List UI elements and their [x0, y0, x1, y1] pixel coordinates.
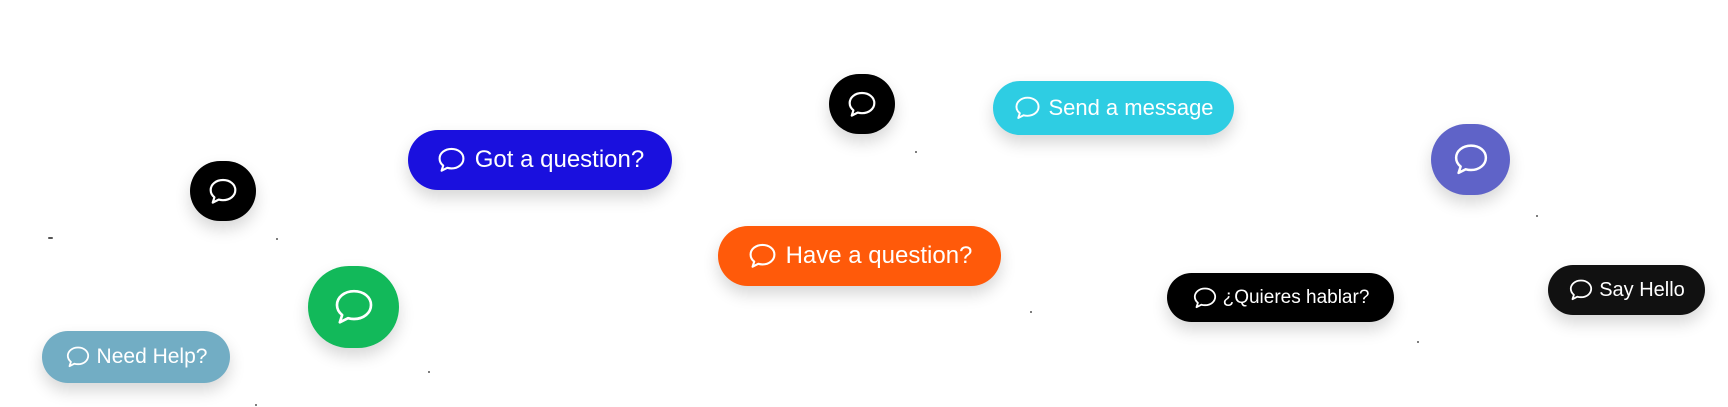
- background-speck: [915, 151, 917, 153]
- chat-bubble-icon: [1568, 278, 1594, 302]
- chat-bubble-icon: [747, 242, 778, 270]
- background-speck: [276, 238, 278, 240]
- background-speck: [428, 371, 430, 373]
- need-help-button[interactable]: Need Help?: [42, 331, 230, 383]
- need-help-label: Need Help?: [96, 345, 208, 368]
- chat-bubble-icon: [207, 177, 239, 206]
- green-chat-button[interactable]: [308, 266, 399, 348]
- chat-bubble-icon: [436, 146, 467, 174]
- send-a-message-button[interactable]: Send a message: [993, 81, 1234, 135]
- black-chat-button[interactable]: [829, 74, 895, 134]
- chat-bubble-icon: [1452, 142, 1490, 177]
- chat-bubble-icon: [332, 287, 376, 327]
- quieres-hablar-button[interactable]: ¿Quieres hablar?: [1167, 273, 1394, 322]
- have-a-question-label: Have a question?: [785, 242, 973, 269]
- quieres-hablar-label: ¿Quieres hablar?: [1222, 286, 1370, 308]
- chat-bubble-icon: [1013, 95, 1042, 121]
- background-speck: [1030, 311, 1032, 313]
- got-a-question-button[interactable]: Got a question?: [408, 130, 672, 190]
- background-speck: [255, 404, 257, 406]
- say-hello-label: Say Hello: [1599, 278, 1685, 301]
- background-speck: [1417, 341, 1419, 343]
- send-a-message-label: Send a message: [1048, 95, 1214, 120]
- got-a-question-label: Got a question?: [474, 146, 645, 173]
- black-chat-button[interactable]: [190, 161, 256, 221]
- have-a-question-button[interactable]: Have a question?: [718, 226, 1001, 286]
- say-hello-button[interactable]: Say Hello: [1548, 265, 1705, 315]
- chat-bubble-icon: [1192, 286, 1218, 310]
- background-speck: [48, 237, 53, 239]
- background-speck: [1536, 215, 1538, 217]
- chat-bubble-icon: [65, 345, 91, 369]
- indigo-chat-button[interactable]: [1431, 124, 1510, 195]
- chat-widget-showcase: Need Help? Got a question? Have a questi…: [0, 0, 1728, 407]
- chat-bubble-icon: [846, 90, 878, 119]
